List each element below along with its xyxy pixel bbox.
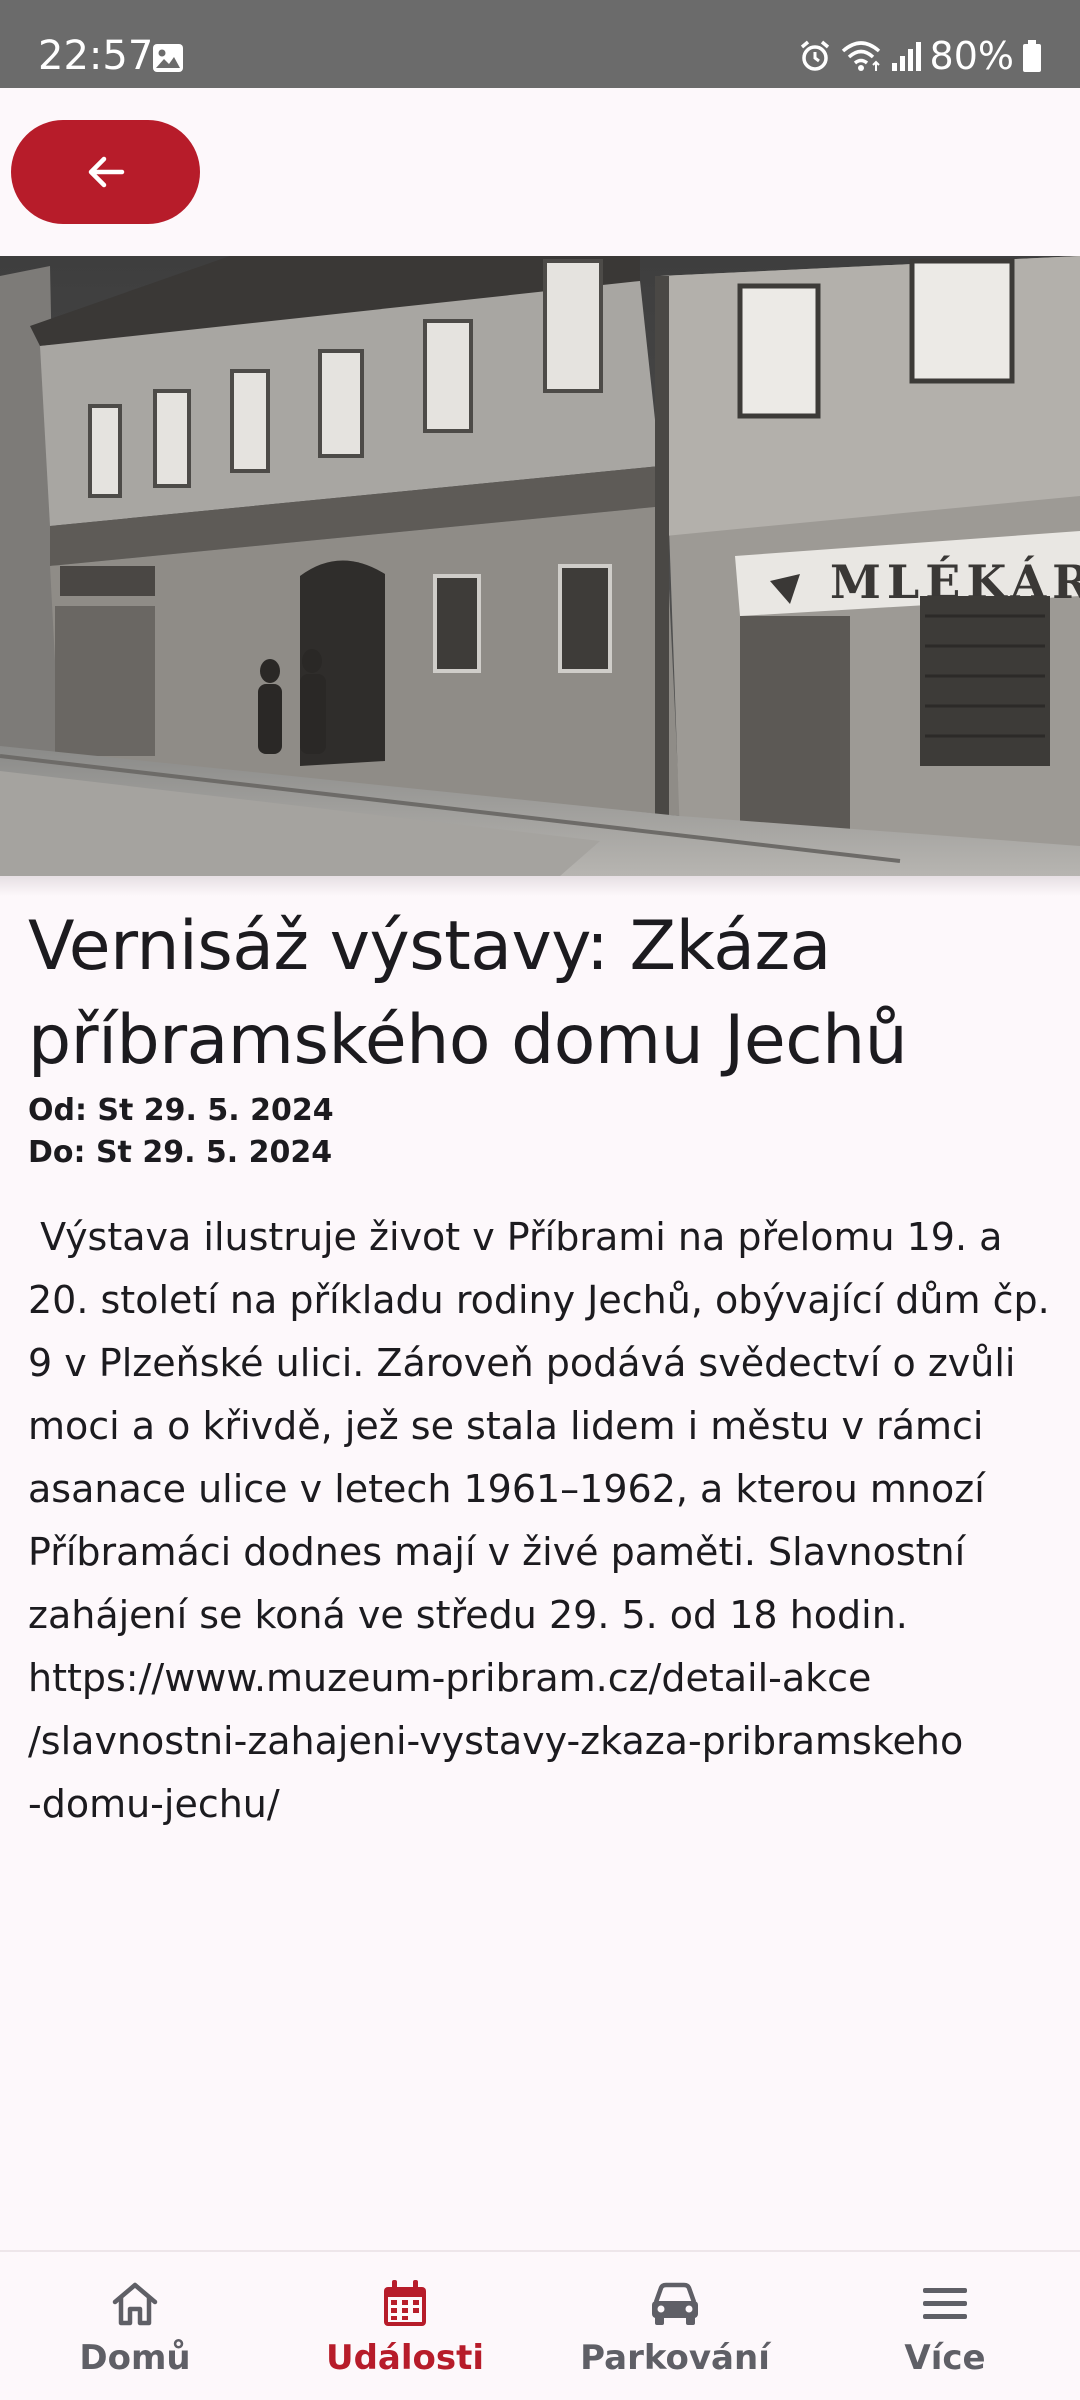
nav-item-more[interactable]: Více (810, 2252, 1080, 2400)
nav-label-home: Domů (79, 2338, 191, 2378)
event-date-from: Od: St 29. 5. 2024 (28, 1093, 334, 1128)
battery-percentage: 80% (929, 34, 1014, 78)
gallery-icon (153, 44, 183, 72)
home-icon (107, 2276, 163, 2332)
alarm-icon (800, 40, 829, 71)
nav-item-events[interactable]: Události (270, 2252, 540, 2400)
event-dates: Od: St 29. 5. 2024 Do: St 29. 5. 2024 (28, 1090, 1052, 1174)
nav-label-parking: Parkování (580, 2338, 770, 2378)
status-icons: 80% (798, 32, 1042, 80)
menu-icon (917, 2276, 973, 2332)
event-title: Vernisáž výstavy: Zkáza příbramského dom… (28, 907, 908, 1080)
nav-item-parking[interactable]: Parkování (540, 2252, 810, 2400)
back-button[interactable] (11, 120, 200, 224)
signal-icon (891, 42, 921, 71)
status-bar: 22:57 80% (0, 0, 1080, 88)
event-hero-image: MLÉKÁR (0, 256, 1080, 876)
event-date-to: Do: St 29. 5. 2024 (28, 1135, 333, 1170)
wifi-icon (841, 41, 880, 71)
nav-item-home[interactable]: Domů (0, 2252, 270, 2400)
event-photo: MLÉKÁR (0, 256, 1080, 876)
hero-divider (0, 876, 1080, 896)
event-detail-screen: 22:57 80% MLÉKÁR Vernisáž výstavy: Zkáza… (0, 0, 1080, 2400)
arrow-left-icon (88, 156, 124, 188)
status-time: 22:57 (38, 33, 154, 79)
car-icon (647, 2276, 703, 2332)
bottom-navigation: Domů Události Parkování Více (0, 2250, 1080, 2400)
top-app-bar (0, 88, 1080, 256)
nav-label-events: Události (325, 2338, 485, 2378)
event-description[interactable]: Výstava ilustruje život v Příbrami na př… (28, 1206, 1052, 1836)
battery-icon (1023, 40, 1041, 72)
nav-label-more: Více (904, 2338, 986, 2378)
calendar-icon (377, 2276, 433, 2332)
event-content: Vernisáž výstavy: Zkáza příbramského dom… (28, 900, 1052, 1836)
